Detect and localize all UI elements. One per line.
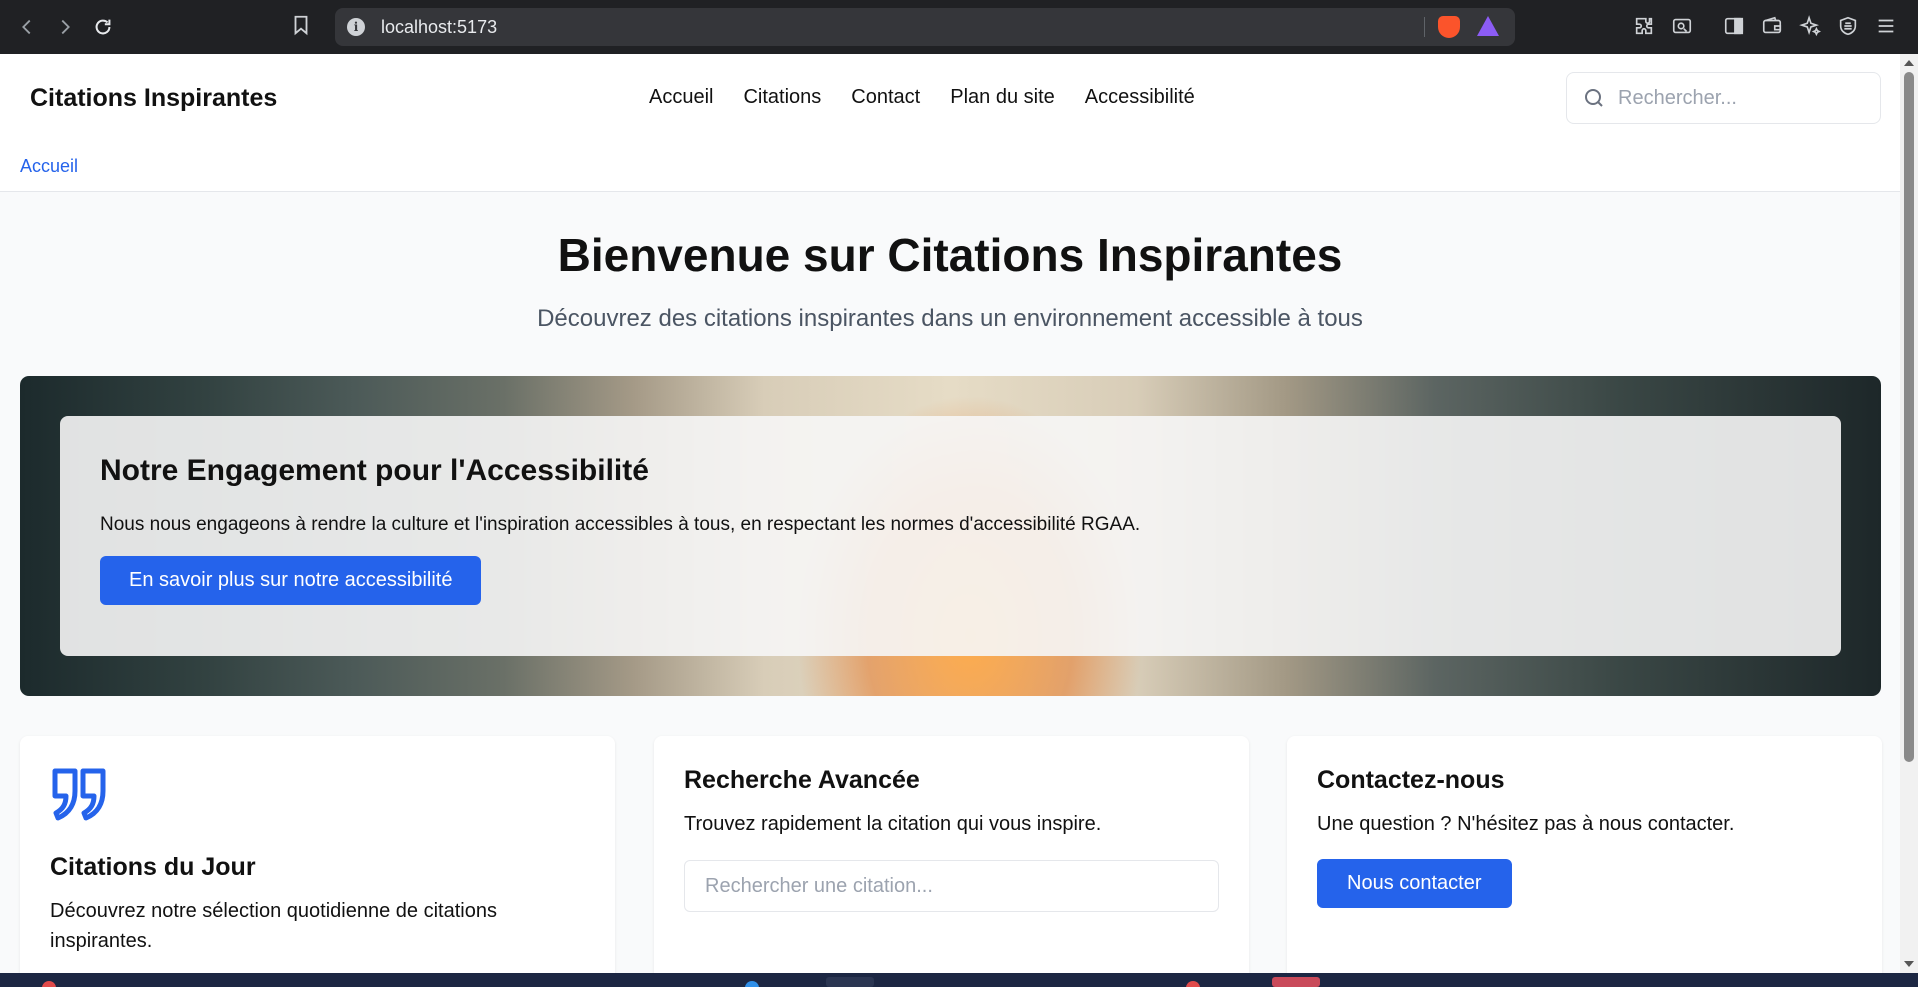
taskbar-app-icon[interactable] xyxy=(1186,981,1200,987)
site-logo[interactable]: Citations Inspirantes xyxy=(30,84,277,113)
leo-ai-icon[interactable] xyxy=(1798,14,1822,38)
search-icon xyxy=(1585,89,1603,107)
page-title: Bienvenue sur Citations Inspirantes xyxy=(557,229,1343,281)
accessibility-banner: Notre Engagement pour l'Accessibilité No… xyxy=(20,376,1881,696)
card-text: Trouvez rapidement la citation qui vous … xyxy=(684,813,1102,835)
page-subtitle: Découvrez des citations inspirantes dans… xyxy=(537,305,1363,332)
contact-us-button[interactable]: Nous contacter xyxy=(1317,859,1512,908)
advanced-search-card: Recherche Avancée Trouvez rapidement la … xyxy=(654,736,1249,987)
card-title: Recherche Avancée xyxy=(684,766,920,794)
nav-accessibilite[interactable]: Accessibilité xyxy=(1085,86,1195,109)
card-text: Découvrez notre sélection quotidienne de… xyxy=(50,900,497,952)
card-title: Contactez-nous xyxy=(1317,766,1505,794)
scrollbar-thumb[interactable] xyxy=(1904,72,1914,762)
quote-search-input[interactable] xyxy=(684,860,1219,912)
banner-title: Notre Engagement pour l'Accessibilité xyxy=(100,454,649,487)
search-input[interactable] xyxy=(1618,86,1868,110)
header-search[interactable] xyxy=(1566,72,1881,124)
main-nav: Accueil Citations Contact Plan du site A… xyxy=(649,86,1195,109)
url-text[interactable]: localhost:5173 xyxy=(381,17,497,38)
site-header: Citations Inspirantes Accueil Citations … xyxy=(0,54,1900,192)
breadcrumb-home[interactable]: Accueil xyxy=(20,156,78,177)
taskbar-app-icon[interactable] xyxy=(42,981,56,987)
nav-contact[interactable]: Contact xyxy=(851,86,920,109)
sidebar-icon[interactable] xyxy=(1722,14,1746,38)
address-bar-divider xyxy=(1424,17,1425,37)
forward-icon[interactable] xyxy=(46,8,84,46)
browser-actions xyxy=(1632,14,1898,38)
contact-card: Contactez-nous Une question ? N'hésitez … xyxy=(1287,736,1882,987)
address-bar[interactable]: i localhost:5173 xyxy=(335,8,1515,46)
taskbar-app-icon[interactable] xyxy=(745,981,759,987)
brave-shields-icon[interactable] xyxy=(1438,16,1460,38)
brave-rewards-icon[interactable] xyxy=(1477,16,1499,36)
os-taskbar xyxy=(0,973,1918,987)
reload-icon[interactable] xyxy=(84,8,122,46)
page-scrollbar[interactable] xyxy=(1900,54,1918,973)
scroll-down-icon[interactable] xyxy=(1904,961,1914,967)
bookmark-icon[interactable] xyxy=(290,14,312,41)
site-info-icon[interactable]: i xyxy=(347,18,365,36)
quotes-of-the-day-card: Citations du Jour Découvrez notre sélect… xyxy=(20,736,615,987)
nav-accueil[interactable]: Accueil xyxy=(649,86,713,109)
banner-text: Nous nous engageons à rendre la culture … xyxy=(100,514,1141,535)
wallet-icon[interactable] xyxy=(1760,14,1784,38)
quote-icon xyxy=(52,768,106,821)
card-title: Citations du Jour xyxy=(50,853,256,881)
nav-citations[interactable]: Citations xyxy=(743,86,821,109)
back-icon[interactable] xyxy=(8,8,46,46)
learn-more-accessibility-button[interactable]: En savoir plus sur notre accessibilité xyxy=(100,556,482,605)
menu-icon[interactable] xyxy=(1874,14,1898,38)
scroll-up-icon[interactable] xyxy=(1904,60,1914,66)
screenshot-icon[interactable] xyxy=(1670,14,1694,38)
vpn-icon[interactable] xyxy=(1836,14,1860,38)
taskbar-app-icon[interactable] xyxy=(1272,977,1320,987)
taskbar-app-icon[interactable] xyxy=(826,977,874,987)
nav-plan-du-site[interactable]: Plan du site xyxy=(950,86,1055,109)
card-text: Une question ? N'hésitez pas à nous cont… xyxy=(1317,813,1735,835)
browser-toolbar: i localhost:5173 xyxy=(0,0,1918,54)
accessibility-card: Notre Engagement pour l'Accessibilité No… xyxy=(60,416,1841,656)
extensions-icon[interactable] xyxy=(1632,14,1656,38)
